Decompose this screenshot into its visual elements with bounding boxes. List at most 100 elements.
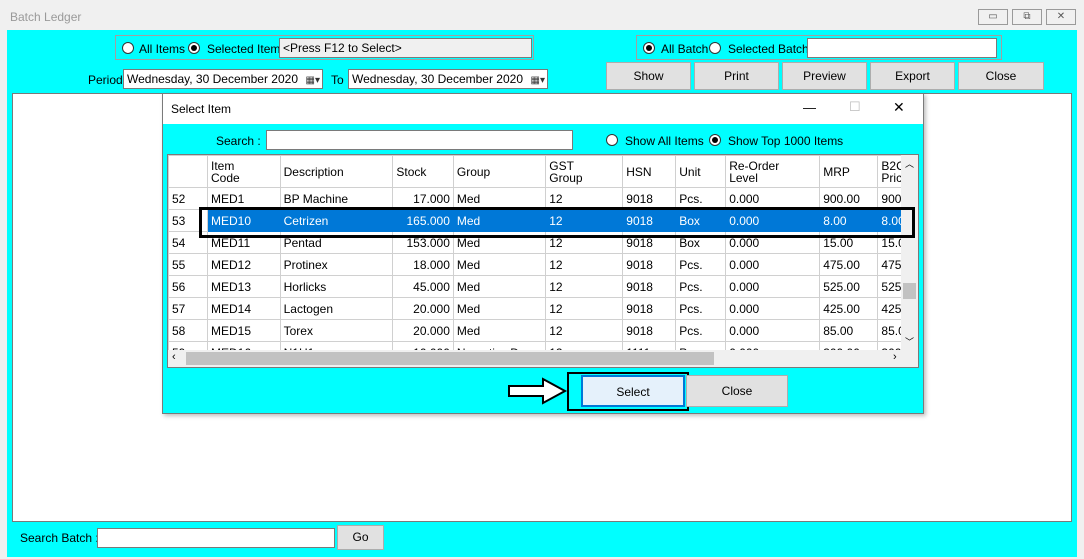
table-row[interactable]: 56 MED13 Horlicks 45.000 Med 12 9018 Pcs. 0.000 5… bbox=[168, 275, 918, 298]
table-cell[interactable]: 9018 bbox=[622, 319, 677, 342]
row-header-cell[interactable]: 57 bbox=[168, 297, 208, 320]
export-button[interactable]: Export bbox=[870, 62, 955, 90]
row-header-cell[interactable]: 58 bbox=[168, 319, 208, 342]
table-cell[interactable]: 85.00 bbox=[819, 319, 879, 342]
scroll-right-icon[interactable]: › bbox=[893, 351, 897, 363]
table-cell[interactable]: 0.000 bbox=[725, 319, 821, 342]
minimize-button[interactable]: ▭ bbox=[978, 9, 1008, 25]
table-row[interactable]: 55 MED12 Protinex 18.000 Med 12 9018 Pcs. 0.000 4… bbox=[168, 253, 918, 276]
table-cell[interactable]: Torex bbox=[279, 319, 394, 342]
print-button[interactable]: Print bbox=[694, 62, 779, 90]
column-header-stock[interactable]: Stock bbox=[392, 155, 454, 188]
dialog-close-icon[interactable]: ✕ bbox=[893, 99, 905, 116]
table-cell[interactable]: Med bbox=[452, 253, 547, 276]
scroll-left-icon[interactable]: ‹ bbox=[172, 351, 176, 363]
batch-filter-group: All Batch Selected Batch bbox=[636, 35, 1002, 60]
column-header-hsn[interactable]: HSN bbox=[622, 155, 677, 188]
go-button[interactable]: Go bbox=[337, 525, 384, 550]
row-header-cell[interactable]: 56 bbox=[168, 275, 208, 298]
dialog-maximize-icon[interactable]: ☐ bbox=[849, 99, 861, 115]
items-table: Item Code Description Stock Group GST Grou… bbox=[168, 155, 918, 364]
table-cell[interactable]: Med bbox=[452, 275, 547, 298]
calendar-dropdown-icon[interactable]: ▦▾ bbox=[306, 72, 320, 88]
table-cell[interactable]: 425.00 bbox=[819, 297, 879, 320]
table-cell[interactable]: Pcs. bbox=[675, 275, 727, 298]
all-items-label: All Items bbox=[139, 42, 186, 56]
dialog-close-button[interactable]: Close bbox=[686, 375, 788, 407]
table-cell[interactable]: Pcs. bbox=[675, 297, 727, 320]
all-batch-radio[interactable] bbox=[643, 42, 655, 54]
close-button[interactable]: Close bbox=[958, 62, 1044, 90]
column-header-description[interactable]: Description bbox=[279, 155, 394, 188]
column-header-item-code[interactable]: Item Code bbox=[207, 155, 281, 188]
table-cell[interactable]: Med bbox=[452, 297, 547, 320]
from-date-picker[interactable]: Wednesday, 30 December 2020 ▦▾ bbox=[123, 69, 323, 89]
row-header-cell[interactable]: 55 bbox=[168, 253, 208, 276]
table-cell[interactable]: Pcs. bbox=[675, 253, 727, 276]
table-cell[interactable]: 12 bbox=[545, 253, 624, 276]
table-cell[interactable]: 45.000 bbox=[392, 275, 454, 298]
dialog-search-input[interactable] bbox=[266, 130, 573, 150]
column-header-reorder-level[interactable]: Re-Order Level bbox=[725, 155, 821, 188]
table-cell[interactable]: 0.000 bbox=[725, 253, 821, 276]
table-cell[interactable]: 12 bbox=[545, 275, 624, 298]
table-cell[interactable]: 9018 bbox=[622, 253, 677, 276]
to-label: To bbox=[331, 73, 344, 87]
table-cell[interactable]: MED14 bbox=[207, 297, 281, 320]
table-cell[interactable]: 525.00 bbox=[819, 275, 879, 298]
select-button[interactable]: Select bbox=[581, 375, 685, 407]
table-cell[interactable]: 475.00 bbox=[819, 253, 879, 276]
selected-batch-radio[interactable] bbox=[709, 42, 721, 54]
show-all-items-label: Show All Items bbox=[625, 134, 704, 148]
table-cell[interactable]: 20.000 bbox=[392, 319, 454, 342]
table-cell[interactable]: 0.000 bbox=[725, 275, 821, 298]
show-top-items-label: Show Top 1000 Items bbox=[728, 134, 844, 148]
restore-button[interactable]: ⧉ bbox=[1012, 9, 1042, 25]
column-header-unit[interactable]: Unit bbox=[675, 155, 727, 188]
table-cell[interactable]: 12 bbox=[545, 297, 624, 320]
table-row[interactable]: 58 MED15 Torex 20.000 Med 12 9018 Pcs. 0.000 85.0… bbox=[168, 319, 918, 342]
batch-field[interactable] bbox=[807, 38, 997, 58]
all-items-radio[interactable] bbox=[122, 42, 134, 54]
dialog-minimize-icon[interactable]: — bbox=[803, 100, 816, 115]
table-cell[interactable]: 9018 bbox=[622, 275, 677, 298]
table-cell[interactable]: 12 bbox=[545, 319, 624, 342]
selected-item-radio[interactable] bbox=[188, 42, 200, 54]
items-grid: Item Code Description Stock Group GST Grou… bbox=[167, 154, 919, 368]
search-batch-input[interactable] bbox=[97, 528, 335, 548]
table-cell[interactable]: Protinex bbox=[279, 253, 394, 276]
scroll-up-icon[interactable]: ︿ bbox=[905, 157, 914, 170]
window-close-button[interactable]: ✕ bbox=[1046, 9, 1076, 25]
column-header-gst-group[interactable]: GST Group bbox=[545, 155, 624, 188]
column-header-group[interactable]: Group bbox=[452, 155, 547, 188]
table-cell[interactable]: MED13 bbox=[207, 275, 281, 298]
vertical-scrollbar[interactable]: ︿ ﹀ bbox=[901, 155, 918, 350]
table-cell[interactable]: 18.000 bbox=[392, 253, 454, 276]
show-button[interactable]: Show bbox=[606, 62, 691, 90]
all-batch-label: All Batch bbox=[661, 42, 709, 56]
table-cell[interactable]: MED12 bbox=[207, 253, 281, 276]
table-cell[interactable]: MED15 bbox=[207, 319, 281, 342]
table-row[interactable]: 57 MED14 Lactogen 20.000 Med 12 9018 Pcs. 0.000 4… bbox=[168, 297, 918, 320]
horizontal-scroll-thumb[interactable] bbox=[186, 352, 714, 365]
to-date-picker[interactable]: Wednesday, 30 December 2020 ▦▾ bbox=[348, 69, 548, 89]
table-cell[interactable]: Med bbox=[452, 319, 547, 342]
item-select-field[interactable]: <Press F12 to Select> bbox=[279, 38, 532, 58]
show-top-items-radio[interactable] bbox=[709, 134, 721, 146]
period-label: Period bbox=[88, 73, 123, 87]
scroll-down-icon[interactable]: ﹀ bbox=[905, 335, 914, 348]
table-cell[interactable]: 9018 bbox=[622, 297, 677, 320]
horizontal-scrollbar[interactable]: ‹ › bbox=[168, 350, 918, 367]
table-cell[interactable]: 20.000 bbox=[392, 297, 454, 320]
vertical-scroll-thumb[interactable] bbox=[903, 283, 916, 299]
arrow-right-icon bbox=[508, 377, 568, 405]
window-titlebar: Batch Ledger ▭ ⧉ ✕ bbox=[0, 0, 1084, 30]
calendar-dropdown-icon[interactable]: ▦▾ bbox=[531, 72, 545, 88]
column-header-mrp[interactable]: MRP bbox=[819, 155, 879, 188]
table-cell[interactable]: 0.000 bbox=[725, 297, 821, 320]
table-cell[interactable]: Lactogen bbox=[279, 297, 394, 320]
preview-button[interactable]: Preview bbox=[782, 62, 867, 90]
table-cell[interactable]: Pcs. bbox=[675, 319, 727, 342]
table-cell[interactable]: Horlicks bbox=[279, 275, 394, 298]
show-all-items-radio[interactable] bbox=[606, 134, 618, 146]
